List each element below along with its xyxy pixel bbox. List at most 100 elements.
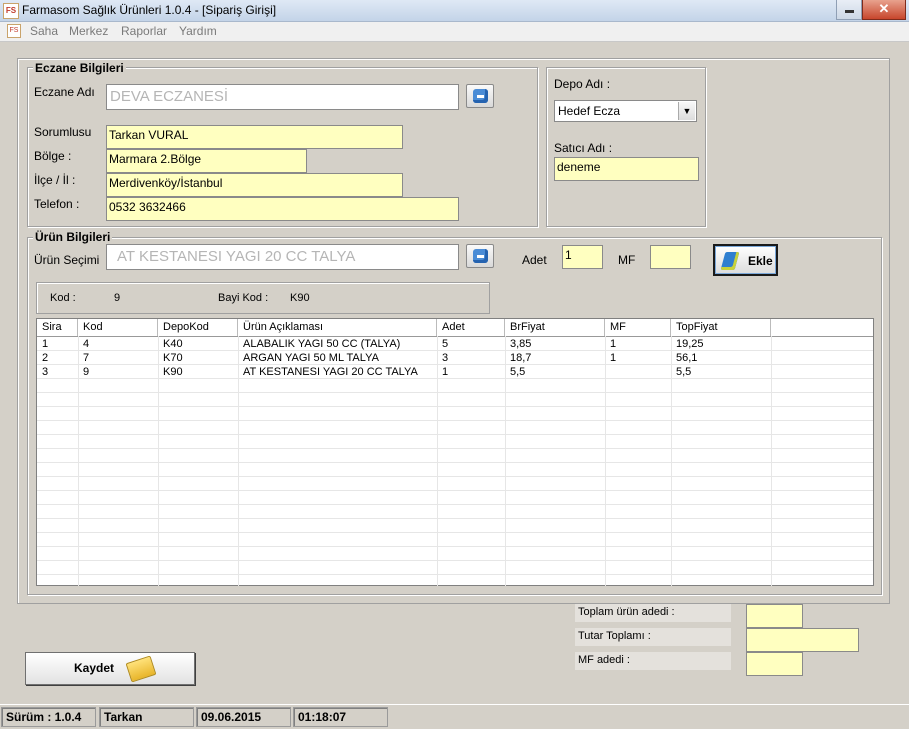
table-cell[interactable]: ALABALIK YAGI 50 CC (TALYA)	[238, 337, 400, 351]
chevron-down-icon[interactable]: ▼	[678, 102, 695, 120]
table-cell[interactable]: 1	[37, 337, 48, 351]
close-icon: ✕	[878, 1, 890, 16]
pharmacy-name-label: Eczane Adı	[34, 85, 95, 99]
table-cell[interactable]: 56,1	[671, 351, 697, 365]
pharmacy-lookup-button[interactable]	[466, 84, 494, 108]
column-header-mf[interactable]: MF	[605, 319, 671, 336]
table-cell[interactable]: K90	[158, 365, 183, 379]
dealer-code-value: K90	[290, 292, 310, 304]
seller-label: Satıcı Adı :	[554, 141, 613, 155]
table-cell[interactable]: 1	[605, 351, 616, 365]
dealer-code-label: Bayi Kod :	[218, 292, 269, 304]
save-button[interactable]: Kaydet	[25, 652, 195, 685]
window-title: Farmasom Sağlık Ürünleri 1.0.4 - [Sipari…	[22, 3, 277, 17]
lookup-icon	[473, 89, 488, 103]
grid-row-line	[37, 462, 873, 463]
pharmacy-name-field[interactable]: DEVA ECZANESİ	[106, 84, 459, 110]
total-items-field[interactable]	[746, 604, 803, 628]
menu-yardim[interactable]: Yardım	[179, 24, 217, 38]
product-group-title: Ürün Bilgileri	[33, 230, 113, 244]
menu-merkez[interactable]: Merkez	[69, 24, 108, 38]
table-cell[interactable]: 7	[78, 351, 89, 365]
table-cell[interactable]: 18,7	[505, 351, 531, 365]
table-cell[interactable]: K40	[158, 337, 183, 351]
grid-column-line	[771, 336, 772, 586]
product-select-field[interactable]: AT KESTANESI YAGI 20 CC TALYA	[106, 244, 459, 270]
table-cell[interactable]: 3	[37, 365, 48, 379]
menu-saha[interactable]: Saha	[30, 24, 58, 38]
table-cell[interactable]: K70	[158, 351, 183, 365]
table-cell[interactable]: 19,25	[671, 337, 704, 351]
table-cell[interactable]: 5	[437, 337, 448, 351]
status-time: 01:18:07	[293, 707, 388, 727]
district-field[interactable]: Merdivenköy/İstanbul	[106, 173, 403, 197]
order-grid[interactable]: Sira Kod DepoKod Ürün Açıklaması Adet Br…	[36, 318, 874, 586]
table-cell[interactable]	[605, 365, 610, 379]
status-user: Tarkan	[99, 707, 194, 727]
table-cell[interactable]: 1	[605, 337, 616, 351]
lookup-icon	[473, 249, 488, 263]
table-cell[interactable]: ARGAN YAGI 50 ML TALYA	[238, 351, 379, 365]
product-lookup-button[interactable]	[466, 244, 494, 268]
column-header-topfiyat[interactable]: TopFiyat	[671, 319, 771, 336]
app-icon: FS	[3, 3, 19, 19]
table-cell[interactable]: 4	[78, 337, 89, 351]
mf-label: MF	[618, 253, 636, 267]
region-label: Bölge :	[34, 149, 72, 163]
depot-select-value: Hedef Ecza	[558, 104, 621, 118]
column-header-description[interactable]: Ürün Açıklaması	[238, 319, 437, 336]
depot-select[interactable]: Hedef Ecza ▼	[554, 100, 697, 122]
total-items-label: Toplam ürün adedi :	[575, 604, 731, 622]
seller-field[interactable]: deneme	[554, 157, 699, 181]
close-button[interactable]: ✕	[862, 0, 906, 20]
folder-icon	[125, 655, 157, 683]
total-amount-label: Tutar Toplamı :	[575, 628, 731, 646]
table-cell[interactable]: 5,5	[671, 365, 691, 379]
responsible-field[interactable]: Tarkan VURAL	[106, 125, 403, 149]
status-version: Sürüm : 1.0.4	[1, 707, 96, 727]
mf-field[interactable]	[650, 245, 691, 269]
grid-row-line	[37, 574, 873, 575]
grid-row-line	[37, 560, 873, 561]
table-cell[interactable]: 9	[78, 365, 89, 379]
qty-label: Adet	[522, 253, 547, 267]
pharmacy-group-title: Eczane Bilgileri	[33, 61, 126, 75]
column-header-kod[interactable]: Kod	[78, 319, 158, 336]
menu-raporlar[interactable]: Raporlar	[121, 24, 167, 38]
column-header-depokod[interactable]: DepoKod	[158, 319, 238, 336]
minimize-button[interactable]	[836, 0, 862, 20]
mf-count-label: MF adedi :	[575, 652, 731, 670]
grid-header: Sira Kod DepoKod Ürün Açıklaması Adet Br…	[37, 319, 873, 337]
mf-count-field[interactable]	[746, 652, 803, 676]
column-header-brfiyat[interactable]: BrFiyat	[505, 319, 605, 336]
grid-row-line	[37, 532, 873, 533]
table-cell[interactable]: AT KESTANESI YAGI 20 CC TALYA	[238, 365, 418, 379]
add-button-label: Ekle	[748, 254, 773, 268]
table-cell[interactable]: 2	[37, 351, 48, 365]
phone-label: Telefon :	[34, 197, 80, 211]
add-button[interactable]: Ekle	[713, 244, 778, 276]
grid-row-line	[37, 504, 873, 505]
table-cell[interactable]: 3	[437, 351, 448, 365]
grid-row-line	[37, 448, 873, 449]
grid-row-line	[37, 406, 873, 407]
grid-row-line	[37, 420, 873, 421]
table-cell[interactable]: 1	[437, 365, 448, 379]
mdi-child-icon[interactable]: FS	[7, 24, 21, 38]
grid-row-line	[37, 392, 873, 393]
qty-field[interactable]: 1	[562, 245, 603, 269]
table-cell[interactable]: 3,85	[505, 337, 531, 351]
save-button-label: Kaydet	[74, 661, 115, 675]
region-field[interactable]: Marmara 2.Bölge	[106, 149, 307, 173]
grid-row-line	[37, 518, 873, 519]
phone-field[interactable]: 0532 3632466	[106, 197, 459, 221]
total-amount-field[interactable]	[746, 628, 859, 652]
table-cell[interactable]: 5,5	[505, 365, 525, 379]
depot-label: Depo Adı :	[554, 77, 611, 91]
grid-row-line	[37, 546, 873, 547]
add-icon	[720, 252, 740, 270]
status-date: 09.06.2015	[196, 707, 291, 727]
column-header-adet[interactable]: Adet	[437, 319, 505, 336]
minimize-icon	[844, 10, 854, 13]
column-header-sira[interactable]: Sira	[37, 319, 78, 336]
